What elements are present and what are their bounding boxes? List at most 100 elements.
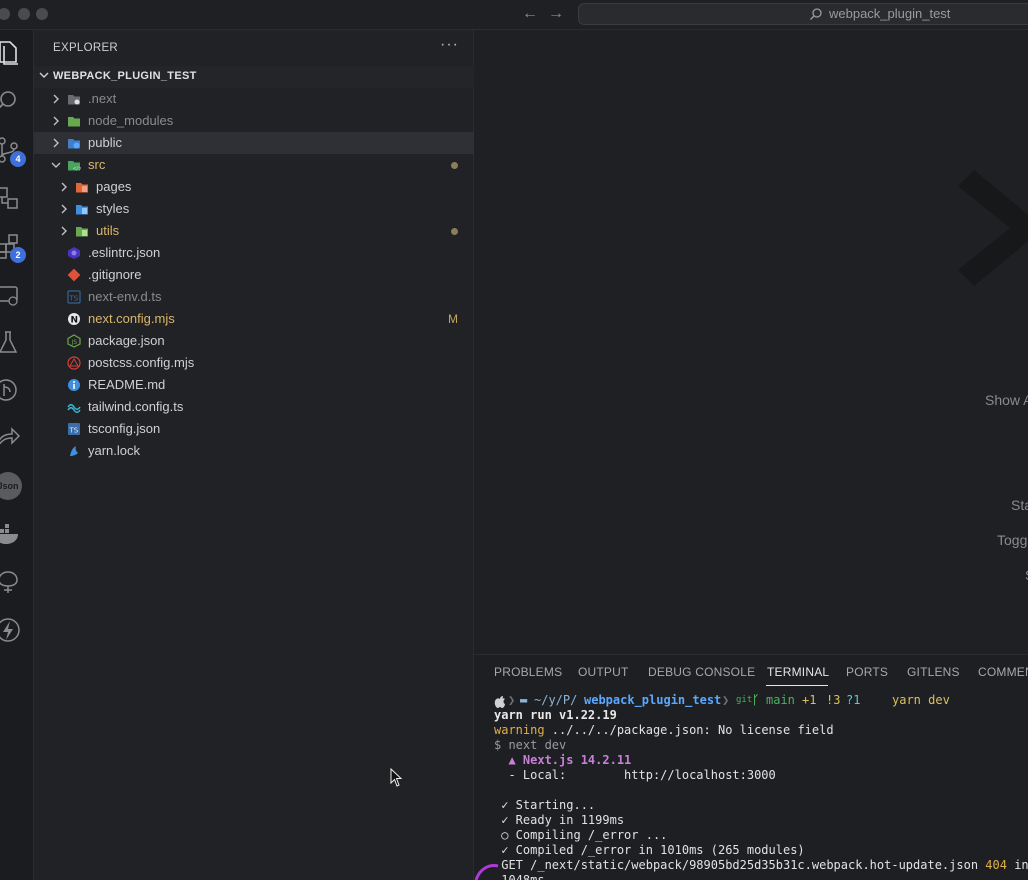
terminal-line: ▲ Next.js 14.2.11 (494, 753, 631, 768)
hint-start: Sta (1011, 497, 1028, 513)
vscode-logo-icon (958, 170, 1028, 286)
svg-text:</>: </> (73, 166, 81, 172)
nodejs-icon: JS (67, 334, 81, 348)
lightning-icon[interactable] (0, 616, 22, 644)
file-tree-item[interactable]: public (34, 132, 474, 154)
yarn-icon (70, 446, 78, 456)
file-tree-label: next-env.d.ts (88, 289, 162, 304)
folder-icon (68, 117, 80, 127)
terminal-line-text: ✓ Starting... (494, 798, 596, 812)
more-actions-icon[interactable]: ··· (440, 36, 459, 54)
pages-folder-icon (76, 183, 88, 193)
terminal-line-text: ▲ Next.js 14.2.11 (494, 753, 632, 767)
tab-problems[interactable]: PROBLEMS (494, 665, 562, 679)
git-graph-icon[interactable] (0, 376, 22, 404)
prompt-status-plus: +1 (802, 693, 817, 707)
terminal-line-text: GET /_next/static/webpack/98905bd25d35b3… (494, 858, 986, 872)
chevron-right-icon (61, 204, 67, 214)
explorer-files-icon[interactable] (0, 38, 22, 66)
docker-icon[interactable] (0, 520, 22, 548)
file-tree-item[interactable]: .eslintrc.json (34, 242, 474, 264)
file-tree-label: .eslintrc.json (88, 245, 161, 260)
git-icon: git (736, 695, 753, 705)
file-tree-item[interactable]: JS package.json (34, 330, 474, 352)
tab-comments[interactable]: COMMEN (978, 665, 1028, 679)
tab-terminal[interactable]: TERMINAL (767, 665, 829, 679)
explorer-title: EXPLORER (53, 42, 119, 54)
branch-icon: ᚴ (752, 693, 760, 707)
file-tree-label: package.json (88, 333, 165, 348)
project-name: WEBPACK_PLUGIN_TEST (53, 70, 197, 82)
chevron-right-icon (53, 138, 59, 148)
window-minimize-button[interactable] (18, 8, 30, 20)
source-folder-icon: </> (68, 161, 81, 172)
prompt-path-prefix: ~/y/P/ (534, 693, 578, 707)
file-tree-label: .gitignore (88, 267, 142, 282)
testing-flask-icon[interactable] (0, 328, 22, 356)
prompt-path-dir: webpack_plugin_test (584, 693, 722, 707)
file-tree-item[interactable]: utils (34, 220, 474, 242)
terminal-line-text: yarn run v1.22.19 (494, 708, 617, 722)
file-tree-label: src (88, 157, 106, 172)
hint-show-all-commands: Show A (985, 392, 1028, 408)
terminal-line-text: warning (494, 723, 545, 737)
remote-explorer-icon[interactable] (0, 184, 22, 212)
modified-dot (451, 162, 458, 169)
tab-output[interactable]: OUTPUT (578, 665, 629, 679)
apple-icon (494, 696, 505, 708)
utils-folder-icon (76, 227, 88, 237)
terminal-line-text: ✓ Compiled /_error in 1010ms (265 module… (494, 843, 805, 857)
project-header[interactable]: WEBPACK_PLUGIN_TEST (34, 66, 474, 88)
bottom-panel: PROBLEMS OUTPUT DEBUG CONSOLE TERMINAL P… (474, 654, 1028, 880)
tree-view-icon[interactable] (0, 568, 22, 596)
prompt-separator: ❯ (722, 693, 730, 707)
prompt-branch: main (766, 693, 795, 707)
terminal-line: $ next dev (494, 738, 566, 753)
command-center-search[interactable]: webpack_plugin_test (578, 3, 1028, 25)
file-tree-label: README.md (88, 377, 166, 392)
window-maximize-button[interactable] (36, 8, 48, 20)
forward-arrow-icon[interactable]: → (548, 5, 564, 23)
terminal-line: ✓ Compiled /_error in 1010ms (265 module… (494, 843, 805, 858)
file-tree-item[interactable]: Nnext.config.mjs M (34, 308, 474, 330)
json-tools-icon[interactable]: Json (0, 472, 22, 500)
live-share-icon[interactable] (0, 424, 22, 452)
file-tree-item[interactable]: tailwind.config.ts (34, 396, 474, 418)
terminal-line: ○ Compiling /_error ... (494, 828, 667, 843)
file-tree-item[interactable]: pages (34, 176, 474, 198)
terminal-line-text: ✓ Ready in 1199ms (494, 813, 625, 827)
terminal-line-text: - Local: http://localhost:3000 (494, 768, 776, 782)
back-arrow-icon[interactable]: ← (522, 5, 538, 23)
terminal-line-tail: in (1006, 858, 1028, 872)
tab-debug-console[interactable]: DEBUG CONSOLE (648, 665, 755, 679)
file-tree-item[interactable]: README.md (34, 374, 474, 396)
tab-gitlens[interactable]: GITLENS (907, 665, 960, 679)
terminal-line: ✓ Starting... (494, 798, 595, 813)
search-icon[interactable] (0, 88, 22, 116)
terminal-line: yarn run v1.22.19 (494, 708, 617, 723)
file-tree-item[interactable]: </> src (34, 154, 474, 176)
terminal-line: ✓ Ready in 1199ms (494, 813, 624, 828)
file-tree-label: postcss.config.mjs (88, 355, 195, 370)
tab-ports[interactable]: PORTS (846, 665, 888, 679)
typescript-icon: TS (67, 290, 81, 304)
svg-text:JS: JS (71, 339, 78, 346)
file-tree-item[interactable]: .gitignore (34, 264, 474, 286)
file-tree-item[interactable]: TS tsconfig.json (34, 418, 474, 440)
file-tree-item[interactable]: TS next-env.d.ts (34, 286, 474, 308)
file-tree-label: pages (96, 179, 132, 194)
file-tree-item[interactable]: .next (34, 88, 474, 110)
svg-text:TS: TS (69, 295, 79, 303)
chevron-right-icon (61, 182, 67, 192)
git-icon (67, 268, 81, 282)
file-tree-item[interactable]: yarn.lock (34, 440, 474, 462)
git-status-badge: M (448, 312, 458, 326)
file-tree-item[interactable]: postcss.config.mjs (34, 352, 474, 374)
remote-window-icon[interactable] (0, 282, 22, 310)
window-close-button[interactable] (0, 8, 10, 20)
terminal-line-text: ○ Compiling /_error ... (494, 828, 668, 842)
file-tree-item[interactable]: node_modules (34, 110, 474, 132)
file-tree-item[interactable]: styles (34, 198, 474, 220)
postcss-icon (67, 356, 81, 370)
svg-text:N: N (71, 316, 79, 326)
